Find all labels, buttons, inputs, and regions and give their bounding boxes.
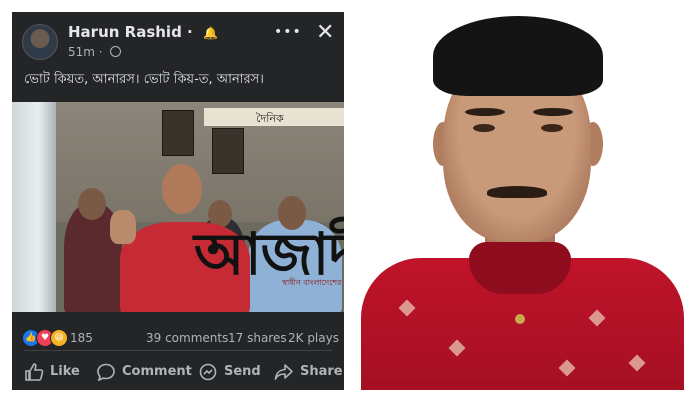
send-label: Send (224, 364, 261, 379)
author-avatar[interactable] (22, 24, 58, 60)
post-actions: Like Comment Send Share (12, 357, 344, 387)
post-video[interactable]: দৈনিক আজাদী স্বাধীন বাংলাদেশের প্রথম সংব… (12, 102, 344, 312)
watermark-tagline: স্বাধীন বাংলাদেশের প্রথম সংবাদপত্র (282, 278, 344, 287)
author-name-row: Harun Rashid · 🔔 (68, 23, 218, 41)
post-timestamp[interactable]: 51m (68, 45, 95, 59)
newspaper-watermark: আজাদী (194, 220, 344, 288)
share-label: Share (300, 364, 343, 379)
mustache (487, 186, 547, 198)
comments-count[interactable]: 39 comments (146, 331, 228, 345)
person-head (78, 188, 106, 220)
globe-icon (110, 46, 122, 57)
shop-sign: দৈনিক (204, 108, 344, 126)
like-label: Like (50, 364, 80, 379)
divider (24, 350, 332, 351)
like-icon (25, 363, 44, 381)
post-stats: 👍 ♥ 😆 185 39 comments 17 shares 2K plays (12, 324, 344, 350)
more-icon[interactable]: ••• (274, 24, 302, 40)
send-icon (199, 363, 217, 381)
haha-reaction-icon[interactable]: 😆 (50, 329, 68, 347)
hair (433, 16, 603, 96)
post-meta: 51m · (68, 45, 122, 59)
eyebrow (465, 108, 505, 116)
collar (469, 242, 571, 294)
share-icon (274, 364, 293, 380)
author-name[interactable]: Harun Rashid (68, 23, 182, 41)
poster (162, 110, 194, 156)
pillar (12, 102, 56, 312)
bell-icon[interactable]: 🔔 (203, 26, 218, 40)
portrait-photo (361, 12, 684, 390)
close-icon[interactable]: ✕ (316, 20, 334, 45)
reaction-count[interactable]: 185 (70, 331, 93, 345)
comment-icon (97, 363, 115, 381)
eyebrow (533, 108, 573, 116)
shop-sign-text: দৈনিক (256, 112, 284, 125)
comment-label: Comment (122, 364, 192, 379)
poster (212, 128, 244, 174)
eye (541, 124, 563, 132)
separator-dot: · (98, 45, 103, 59)
person-head (162, 164, 202, 214)
post-header: Harun Rashid · 🔔 51m · ••• ✕ (12, 12, 344, 64)
shares-count[interactable]: 17 shares (228, 331, 287, 345)
separator-dot: · (187, 23, 193, 41)
post-caption: ভোট কিয়ত, আনারস। ভোট কিয়-ত, আনারস। (24, 72, 264, 87)
raised-hand (110, 210, 136, 244)
facebook-post-card: Harun Rashid · 🔔 51m · ••• ✕ ভোট কিয়ত, … (12, 12, 344, 390)
eye (473, 124, 495, 132)
plays-count: 2K plays (288, 331, 339, 345)
collar-button (515, 314, 525, 324)
